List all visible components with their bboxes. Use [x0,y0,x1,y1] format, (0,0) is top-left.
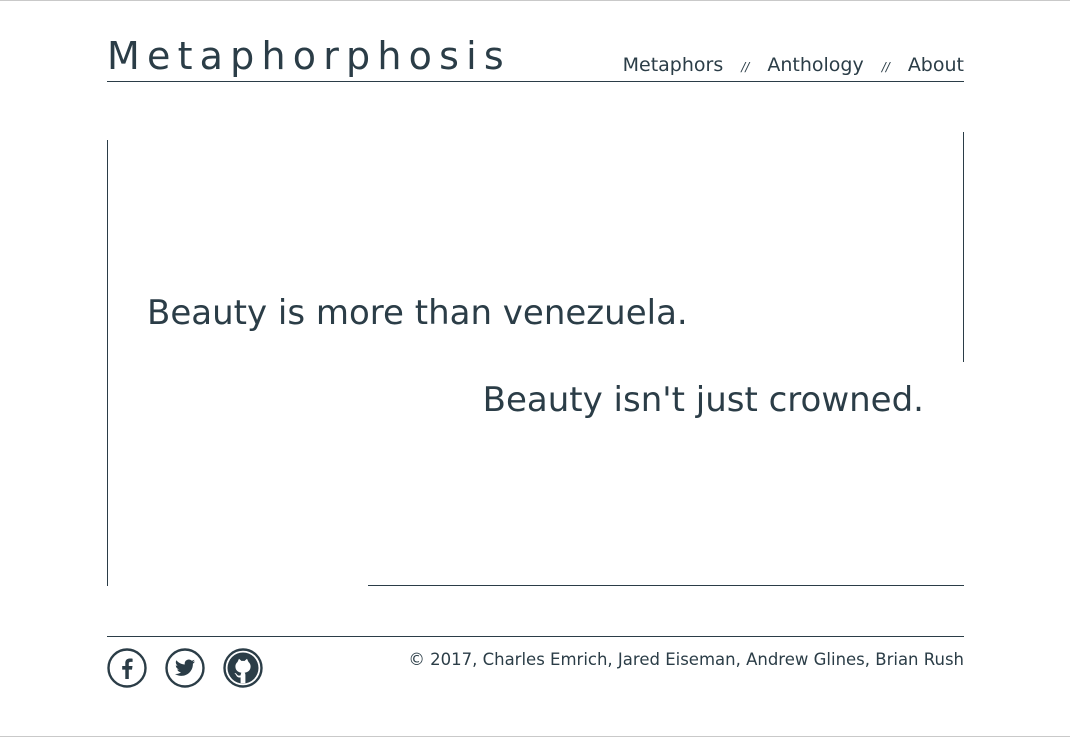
panel-border-right [963,132,964,362]
nav-link-anthology[interactable]: Anthology [767,52,863,78]
footer-divider [107,636,964,637]
nav-link-metaphors[interactable]: Metaphors [623,52,724,78]
social-links [107,648,281,688]
window-bottom-edge [0,736,1070,737]
github-icon[interactable] [223,648,263,688]
nav-link-about[interactable]: About [908,52,964,78]
site-logo[interactable]: Metaphorphosis [107,32,511,80]
metaphor-line-1: Beauty is more than venezuela. [147,293,688,333]
metaphor-line-2: Beauty isn't just crowned. [482,380,924,420]
copyright-notice: © 2017, Charles Emrich, Jared Eiseman, A… [408,650,964,669]
facebook-icon[interactable] [107,648,147,688]
nav-separator: // [741,60,750,74]
nav-separator: // [881,60,890,74]
panel-border-bottom [368,585,964,586]
main-nav: Metaphors // Anthology // About [623,52,964,80]
window-top-edge [0,0,1070,1]
panel-border-left [107,140,108,586]
header-divider [107,81,964,82]
twitter-icon[interactable] [165,648,205,688]
